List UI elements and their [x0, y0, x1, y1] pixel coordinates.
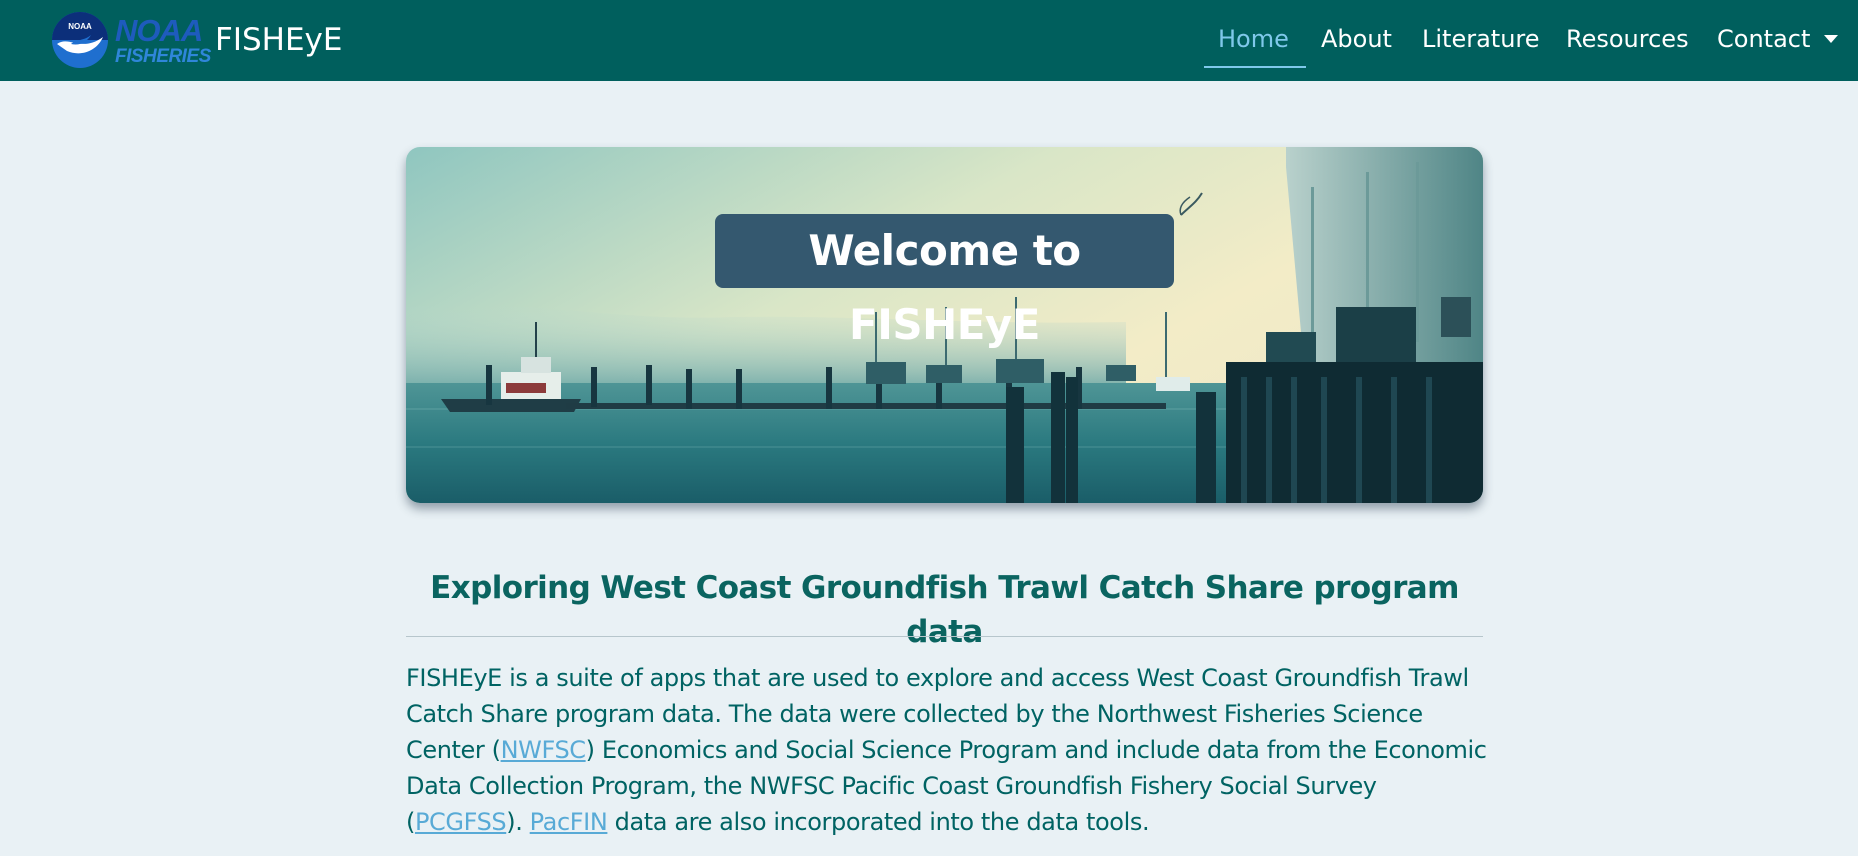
nav-home[interactable]: Home	[1218, 20, 1289, 58]
nwfsc-link[interactable]: NWFSC	[501, 736, 586, 764]
nav-literature[interactable]: Literature	[1422, 20, 1540, 58]
divider	[406, 636, 1483, 637]
site-name[interactable]: FISHEyE	[215, 20, 342, 60]
noaa-fisheries-logo[interactable]: NOAA NOAA FISHERIES	[51, 10, 211, 70]
nav-about[interactable]: About	[1321, 20, 1392, 58]
hero-title: Welcome to FISHEyE	[715, 214, 1174, 349]
svg-text:NOAA: NOAA	[68, 22, 92, 31]
chevron-down-icon[interactable]	[1824, 35, 1838, 43]
page-heading: Exploring West Coast Groundfish Trawl Ca…	[430, 570, 1459, 650]
nav-active-indicator	[1204, 66, 1306, 68]
nav-contact[interactable]: Contact	[1717, 20, 1810, 58]
nav-resources[interactable]: Resources	[1566, 20, 1689, 58]
pacfin-link[interactable]: PacFIN	[530, 808, 608, 836]
logo-line-fisheries: FISHERIES	[115, 45, 211, 67]
noaa-emblem-icon: NOAA	[52, 12, 108, 68]
intro-text-4: data are also incorporated into the data…	[607, 808, 1150, 836]
hero-banner: Welcome to FISHEyE	[406, 147, 1483, 503]
logo-line-noaa: NOAA	[115, 12, 203, 48]
intro-text-3: ).	[506, 808, 530, 836]
top-navbar: NOAA NOAA FISHERIES FISHEyE Home About L…	[0, 0, 1858, 81]
noaa-fisheries-wordmark: NOAA FISHERIES	[115, 15, 211, 66]
pcgfss-link[interactable]: PCGFSS	[415, 808, 507, 836]
intro-paragraph: FISHEyE is a suite of apps that are used…	[406, 660, 1496, 840]
